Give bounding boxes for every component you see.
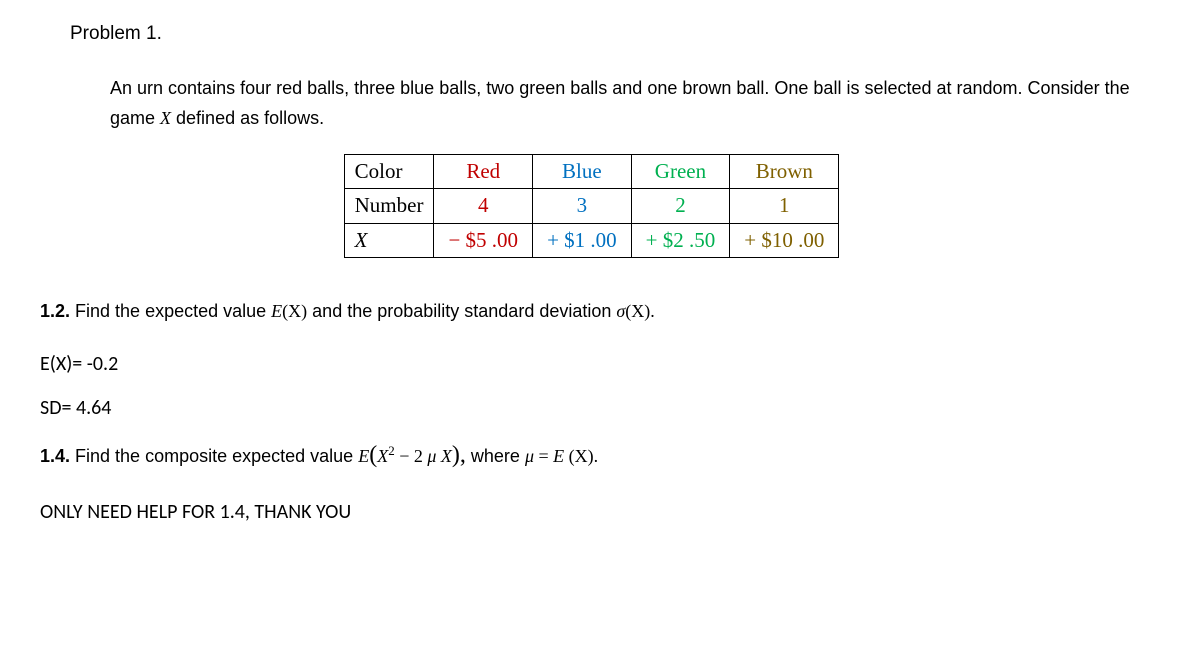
q14-X2: X [377, 446, 388, 466]
question-1-4: 1.4. Find the composite expected value E… [40, 437, 1143, 473]
q14-eq: = [534, 446, 553, 466]
q14-mu: μ [427, 446, 441, 466]
q14-number: 1.4. [40, 446, 70, 466]
cell-red-x: − $5 .00 [434, 223, 533, 258]
help-note: ONLY NEED HELP FOR 1.4, THANK YOU [40, 497, 1143, 527]
problem-description: An urn contains four red balls, three bl… [110, 73, 1143, 134]
q12-sigmaX: (X). [625, 301, 655, 321]
q14-X2b: (X). [569, 446, 599, 466]
q14-E2: E [553, 446, 569, 466]
q14-text-1: Find the composite expected value [70, 446, 358, 466]
game-table-wrapper: Color Red Blue Green Brown Number 4 3 2 … [40, 154, 1143, 259]
cell-number-header: Number [344, 189, 434, 224]
problem-title: Problem 1. [70, 20, 1143, 49]
cell-green-num: 2 [631, 189, 730, 224]
cell-blue: Blue [533, 154, 632, 189]
answer-ex: E(X)= -0.2 [40, 349, 1143, 379]
q14-mu2: μ [525, 446, 534, 466]
q12-number: 1.2. [40, 301, 70, 321]
table-row: Color Red Blue Green Brown [344, 154, 839, 189]
table-row: Number 4 3 2 1 [344, 189, 839, 224]
question-1-2: 1.2. Find the expected value E(X) and th… [40, 298, 1143, 325]
cell-color-header: Color [344, 154, 434, 189]
cell-green: Green [631, 154, 730, 189]
game-variable-x: X [160, 108, 171, 128]
table-row: X − $5 .00 + $1 .00 + $2 .50 + $10 .00 [344, 223, 839, 258]
q12-sigma: σ [616, 301, 625, 321]
q12-E: E [271, 301, 282, 321]
game-table: Color Red Blue Green Brown Number 4 3 2 … [344, 154, 840, 259]
q12-text-1: Find the expected value [70, 301, 271, 321]
problem-text-2: defined as follows. [171, 108, 324, 128]
q14-X: X [441, 446, 452, 466]
cell-red-num: 4 [434, 189, 533, 224]
cell-x-header: X [344, 223, 434, 258]
answer-sd: SD= 4.64 [40, 393, 1143, 423]
q12-EX: (X) [282, 301, 307, 321]
q14-text-2: where [466, 446, 525, 466]
q12-text-2: and the probability standard deviation [307, 301, 616, 321]
cell-green-x: + $2 .50 [631, 223, 730, 258]
q14-minus: − 2 [395, 446, 428, 466]
cell-brown-x: + $10 .00 [730, 223, 839, 258]
cell-blue-num: 3 [533, 189, 632, 224]
cell-blue-x: + $1 .00 [533, 223, 632, 258]
cell-brown: Brown [730, 154, 839, 189]
q14-open: ( [369, 442, 377, 468]
cell-red: Red [434, 154, 533, 189]
q14-close: ), [452, 442, 466, 468]
q14-E: E [358, 446, 369, 466]
cell-brown-num: 1 [730, 189, 839, 224]
